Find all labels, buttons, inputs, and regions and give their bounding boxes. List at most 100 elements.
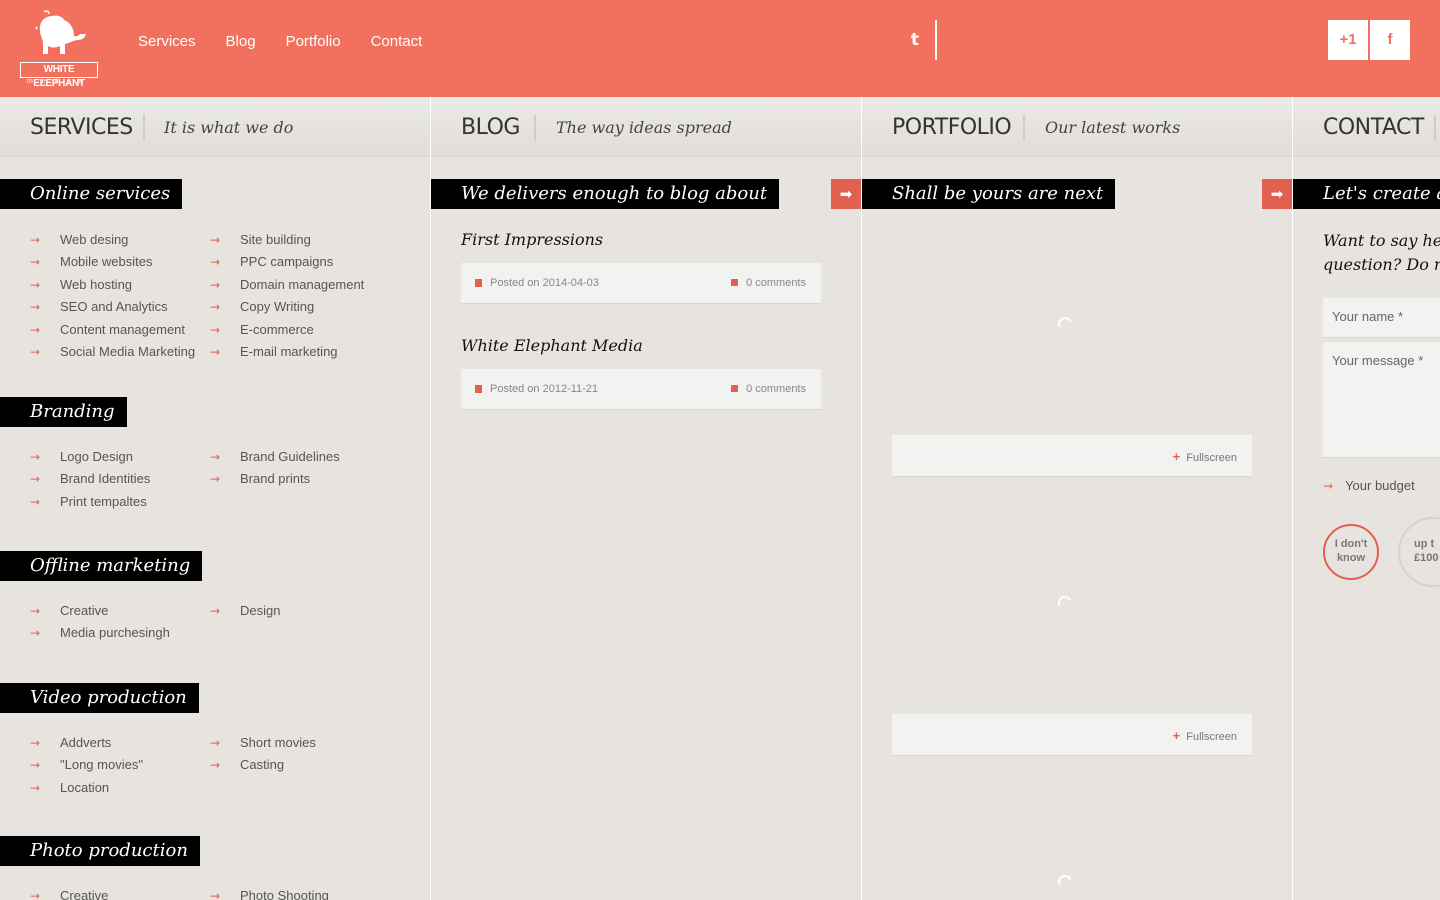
comment-icon <box>731 279 739 286</box>
service-item[interactable]: → Photo Shooting <box>210 885 329 900</box>
arrow-right-icon: → <box>30 300 41 315</box>
service-item[interactable]: → Brand prints <box>210 468 340 490</box>
elephant-icon <box>35 10 86 54</box>
service-item[interactable]: → Media purchesingh <box>30 622 170 644</box>
plus-icon: + <box>1172 728 1181 743</box>
section-heading-online-services: Online services <box>0 179 183 209</box>
post-title[interactable]: White Elephant Media <box>461 336 643 355</box>
next-arrow-button[interactable]: ➡ <box>831 179 861 209</box>
services-column: SERVICES It is what we do Online service… <box>0 97 430 900</box>
arrow-right-icon: → <box>30 233 41 247</box>
name-field[interactable]: Your name * <box>1323 298 1440 338</box>
arrow-right-icon: → <box>30 277 41 292</box>
portfolio-tagline: Our latest works <box>1045 118 1181 137</box>
arrow-right-icon: → <box>210 345 221 360</box>
budget-option-dont-know[interactable]: I don't know <box>1323 524 1379 580</box>
fullscreen-button[interactable]: + Fullscreen <box>1173 449 1237 464</box>
nav-blog[interactable]: Blog <box>226 32 256 52</box>
nav-portfolio[interactable]: Portfolio <box>286 32 341 52</box>
section-heading-photo-production: Photo production <box>0 836 200 866</box>
arrow-right-icon: → <box>30 494 41 509</box>
service-item[interactable]: → SEO and Analytics <box>30 296 195 318</box>
service-list: → Design <box>210 600 280 622</box>
header-separator <box>1434 115 1436 141</box>
arrow-right-icon: → <box>30 758 41 773</box>
service-list: → Site building → PPC campaigns → Domain ma… <box>210 229 364 363</box>
post-comments[interactable]: 0 comments <box>731 383 806 395</box>
service-item[interactable]: → Web desing <box>30 229 195 251</box>
service-item[interactable]: → Copy Writing <box>210 296 364 318</box>
service-item[interactable]: → Domain management <box>210 274 364 296</box>
logo-subtext: media <box>26 78 92 85</box>
service-item[interactable]: → Creative <box>30 885 108 900</box>
arrow-right-icon: → <box>210 889 221 900</box>
service-item[interactable]: → Content management <box>30 319 195 341</box>
post-meta: Posted on 2014-04-03 0 comments <box>461 263 821 304</box>
arrow-right-icon: → <box>30 345 41 360</box>
services-header: SERVICES It is what we do <box>0 97 430 157</box>
top-header: WHITE ELEPHANT media Services Blog Portf… <box>0 0 1440 97</box>
service-item[interactable]: → Print tempaltes <box>30 491 150 513</box>
loading-spinner-icon <box>1056 594 1074 612</box>
service-item[interactable]: → E-commerce <box>210 319 364 341</box>
budget-option-up-to[interactable]: up t £100 <box>1398 517 1440 587</box>
arrow-right-icon: → <box>210 277 221 292</box>
service-item[interactable]: → Design <box>210 600 280 622</box>
service-item[interactable]: → PPC campaigns <box>210 251 364 273</box>
post-comments[interactable]: 0 comments <box>731 277 806 289</box>
services-title: SERVICES <box>30 115 133 140</box>
service-item[interactable]: → Site building <box>210 229 364 251</box>
service-list: → Web desing → Mobile websites → Web hostin… <box>30 229 195 363</box>
header-separator <box>143 115 145 141</box>
blog-header: BLOG The way ideas spread <box>431 97 861 157</box>
service-item[interactable]: → E-mail marketing <box>210 341 364 363</box>
service-list: → Addverts → "Long movies" → Location <box>30 732 143 799</box>
section-heading-branding: Branding <box>0 397 127 427</box>
arrow-right-icon: → <box>210 736 221 750</box>
arrow-right-icon: → <box>210 300 221 315</box>
service-item[interactable]: → Location <box>30 777 143 799</box>
service-list: → Brand Guidelines → Brand prints <box>210 446 340 491</box>
main-nav: Services Blog Portfolio Contact <box>138 32 422 52</box>
facebook-icon[interactable]: f <box>1370 20 1410 60</box>
service-item[interactable]: → Mobile websites <box>30 251 195 273</box>
header-separator <box>1023 115 1025 141</box>
blog-tagline: The way ideas spread <box>556 118 732 137</box>
service-item[interactable]: → Web hosting <box>30 274 195 296</box>
loading-spinner-icon <box>1056 315 1074 333</box>
arrow-right-icon: → <box>210 450 221 464</box>
post-date: Posted on 2012-11-21 <box>475 383 598 395</box>
portfolio-banner: Shall be yours are next <box>862 179 1116 209</box>
post-title[interactable]: First Impressions <box>461 230 603 249</box>
header-divider <box>935 20 937 60</box>
arrow-right-icon: → <box>210 233 221 247</box>
service-item[interactable]: → Brand Guidelines <box>210 446 340 468</box>
twitter-icon[interactable]: t <box>903 28 927 52</box>
logo[interactable]: WHITE ELEPHANT media <box>20 10 100 89</box>
fullscreen-button[interactable]: + Fullscreen <box>1173 728 1237 743</box>
arrow-right-icon: → <box>30 780 41 795</box>
service-item[interactable]: → Creative <box>30 600 170 622</box>
service-item[interactable]: → "Long movies" <box>30 754 143 776</box>
contact-intro: Want to say hell question? Do no <box>1323 231 1440 274</box>
contact-header: CONTACT <box>1293 97 1440 157</box>
service-list: → Logo Design → Brand Identities → Print te… <box>30 446 150 513</box>
service-item[interactable]: → Social Media Marketing <box>30 341 195 363</box>
arrow-right-icon: → <box>30 626 41 641</box>
google-plus-icon[interactable]: +1 <box>1328 20 1368 60</box>
service-item[interactable]: → Brand Identities <box>30 468 150 490</box>
arrow-right-icon: ➡ <box>839 185 853 203</box>
loading-spinner-icon <box>1056 873 1074 891</box>
nav-contact[interactable]: Contact <box>371 32 423 52</box>
arrow-right-icon: → <box>210 255 221 270</box>
nav-services[interactable]: Services <box>138 32 196 52</box>
service-item[interactable]: → Casting <box>210 754 316 776</box>
service-item[interactable]: → Addverts <box>30 732 143 754</box>
arrow-right-icon: ➡ <box>1270 185 1284 203</box>
arrow-right-icon: → <box>210 758 221 773</box>
portfolio-title: PORTFOLIO <box>892 115 1012 140</box>
service-item[interactable]: → Short movies <box>210 732 316 754</box>
service-item[interactable]: → Logo Design <box>30 446 150 468</box>
next-arrow-button[interactable]: ➡ <box>1262 179 1292 209</box>
message-field[interactable]: Your message * <box>1323 342 1440 458</box>
